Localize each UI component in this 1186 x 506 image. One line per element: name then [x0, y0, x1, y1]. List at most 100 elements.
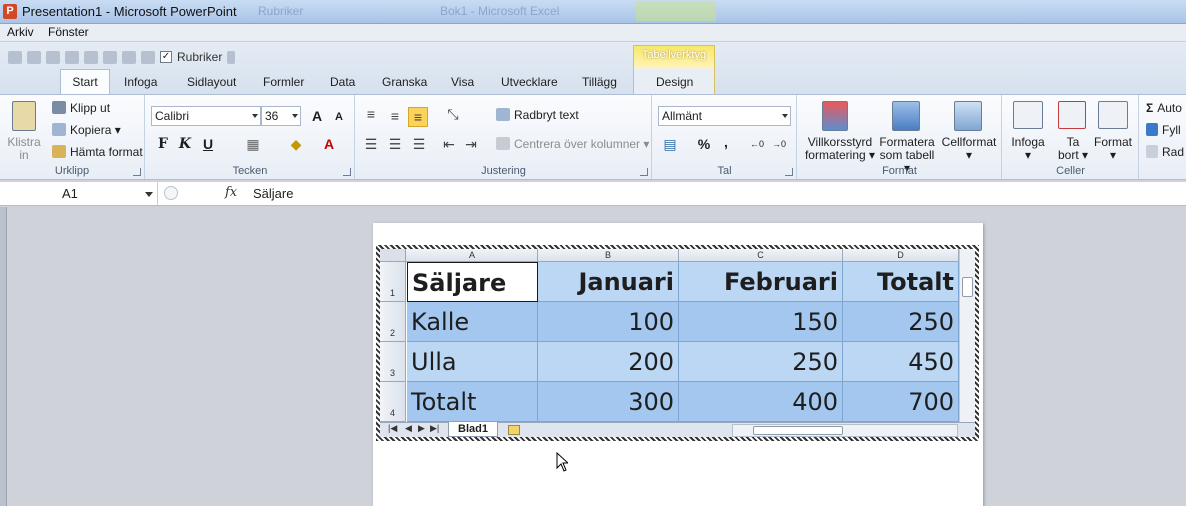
cell-b4[interactable]: 300: [538, 382, 679, 422]
undo-icon[interactable]: [27, 50, 41, 64]
column-header-c[interactable]: C: [679, 249, 843, 261]
cell-a1[interactable]: Säljare: [407, 262, 538, 302]
insert-cells-button[interactable]: Infoga ▾: [1008, 136, 1048, 162]
autosum-button[interactable]: Σ Auto: [1146, 101, 1182, 115]
grow-font-icon[interactable]: A: [308, 107, 326, 125]
clipboard-launcher-icon[interactable]: [133, 168, 141, 176]
font-color-icon[interactable]: A: [320, 135, 338, 153]
cell-d3[interactable]: 450: [843, 342, 959, 382]
headings-checkbox[interactable]: ✓: [160, 51, 172, 63]
slides-pane[interactable]: [0, 207, 7, 506]
comma-button[interactable]: ,: [717, 133, 735, 151]
menu-arkiv[interactable]: Arkiv: [7, 25, 34, 39]
align-bottom-icon[interactable]: ≡: [408, 107, 428, 127]
tab-design[interactable]: Design: [656, 75, 693, 89]
percent-button[interactable]: %: [695, 135, 713, 153]
cell-a2[interactable]: Kalle: [407, 302, 538, 342]
borders-icon[interactable]: ▦: [244, 135, 262, 153]
cell-d2[interactable]: 250: [843, 302, 959, 342]
bold-button[interactable]: F: [154, 135, 172, 153]
currency-icon[interactable]: ▤: [661, 135, 679, 153]
first-sheet-icon[interactable]: |◀: [388, 423, 397, 434]
customize-qat-icon[interactable]: [227, 50, 236, 64]
increase-indent-icon[interactable]: ⇥: [462, 135, 480, 153]
row-header-4[interactable]: 4: [380, 382, 405, 422]
insert-cells-icon[interactable]: [1013, 101, 1043, 129]
fill-color-icon[interactable]: ◆: [287, 135, 305, 153]
cell-d4[interactable]: 700: [843, 382, 959, 422]
sheet-tab-blad1[interactable]: Blad1: [448, 422, 498, 437]
paste-icon[interactable]: [12, 101, 36, 131]
horizontal-scrollbar[interactable]: [732, 424, 958, 437]
conditional-formatting-button[interactable]: Villkorsstyrd formatering ▾: [801, 136, 879, 162]
filter-icon[interactable]: [141, 50, 155, 64]
cell-c2[interactable]: 150: [679, 302, 843, 342]
clear-button[interactable]: Rad: [1146, 145, 1184, 159]
prev-sheet-icon[interactable]: ◀: [405, 423, 412, 434]
fill-button[interactable]: Fyll: [1146, 123, 1181, 137]
cell-b1[interactable]: Januari: [538, 262, 679, 302]
row-header-2[interactable]: 2: [380, 302, 405, 342]
cell-b3[interactable]: 200: [538, 342, 679, 382]
font-size-select[interactable]: 36: [261, 106, 301, 126]
paste-label[interactable]: Klistra in: [4, 136, 44, 162]
powerpoint-icon[interactable]: P: [3, 4, 17, 19]
vertical-scrollbar[interactable]: [959, 249, 975, 422]
column-header-b[interactable]: B: [538, 249, 679, 261]
tab-start[interactable]: Start: [60, 69, 110, 95]
tab-sidlayout[interactable]: Sidlayout: [187, 75, 236, 89]
row-header-1[interactable]: 1: [380, 262, 405, 302]
column-header-d[interactable]: D: [843, 249, 959, 261]
tab-granska[interactable]: Granska: [382, 75, 427, 89]
align-middle-icon[interactable]: ≡: [386, 107, 404, 125]
cell-a4[interactable]: Totalt: [407, 382, 538, 422]
align-left-icon[interactable]: ☰: [362, 135, 380, 153]
cell-c3[interactable]: 250: [679, 342, 843, 382]
save-icon[interactable]: [8, 50, 22, 64]
vertical-scroll-thumb[interactable]: [962, 277, 973, 297]
tab-infoga[interactable]: Infoga: [124, 75, 157, 89]
align-center-icon[interactable]: ☰: [386, 135, 404, 153]
number-launcher-icon[interactable]: [785, 168, 793, 176]
name-box[interactable]: A1: [0, 182, 158, 205]
align-top-icon[interactable]: ≡: [362, 105, 380, 123]
decrease-indent-icon[interactable]: ⇤: [440, 135, 458, 153]
orientation-icon[interactable]: ⤡: [444, 105, 462, 123]
shrink-font-icon[interactable]: A: [330, 108, 348, 126]
redo-icon[interactable]: [46, 50, 60, 64]
cell-c1[interactable]: Februari: [679, 262, 843, 302]
tab-formler[interactable]: Formler: [263, 75, 304, 89]
table-icon[interactable]: [122, 50, 136, 64]
underline-button[interactable]: U: [199, 135, 217, 153]
delete-cells-icon[interactable]: [1058, 101, 1086, 129]
format-cells-button[interactable]: Format ▾: [1091, 136, 1135, 162]
insert-function-icon[interactable]: fx: [225, 185, 237, 200]
tab-data[interactable]: Data: [330, 75, 355, 89]
column-header-a[interactable]: A: [407, 249, 538, 261]
cell-d1[interactable]: Totalt: [843, 262, 959, 302]
copy-button[interactable]: Kopiera ▾: [52, 123, 121, 137]
cell-styles-button[interactable]: Cellformat ▾: [940, 136, 998, 162]
next-sheet-icon[interactable]: ▶: [418, 423, 425, 434]
cell-c4[interactable]: 400: [679, 382, 843, 422]
align-right-icon[interactable]: ☰: [410, 135, 428, 153]
tab-utvecklare[interactable]: Utvecklare: [501, 75, 558, 89]
wrap-text-button[interactable]: Radbryt text: [496, 108, 579, 122]
row-header-3[interactable]: 3: [380, 342, 405, 382]
format-as-table-icon[interactable]: [892, 101, 920, 131]
cut-button[interactable]: Klipp ut: [52, 101, 110, 115]
horizontal-scroll-thumb[interactable]: [753, 426, 843, 435]
menu-fonster[interactable]: Fönster: [48, 25, 89, 39]
format-cells-icon[interactable]: [1098, 101, 1128, 129]
alignment-launcher-icon[interactable]: [640, 168, 648, 176]
formula-input[interactable]: Säljare: [253, 186, 293, 201]
tab-tillagg[interactable]: Tillägg: [582, 75, 617, 89]
font-name-select[interactable]: Calibri: [151, 106, 261, 126]
formula-bar-handle-icon[interactable]: [164, 186, 178, 200]
format-painter-button[interactable]: Hämta format: [52, 145, 143, 159]
select-all-corner[interactable]: [380, 249, 406, 261]
decrease-decimal-icon[interactable]: →0: [770, 135, 788, 153]
conditional-formatting-icon[interactable]: [822, 101, 848, 131]
merge-center-button[interactable]: Centrera över kolumner ▾: [496, 137, 649, 151]
number-format-select[interactable]: Allmänt: [658, 106, 791, 126]
